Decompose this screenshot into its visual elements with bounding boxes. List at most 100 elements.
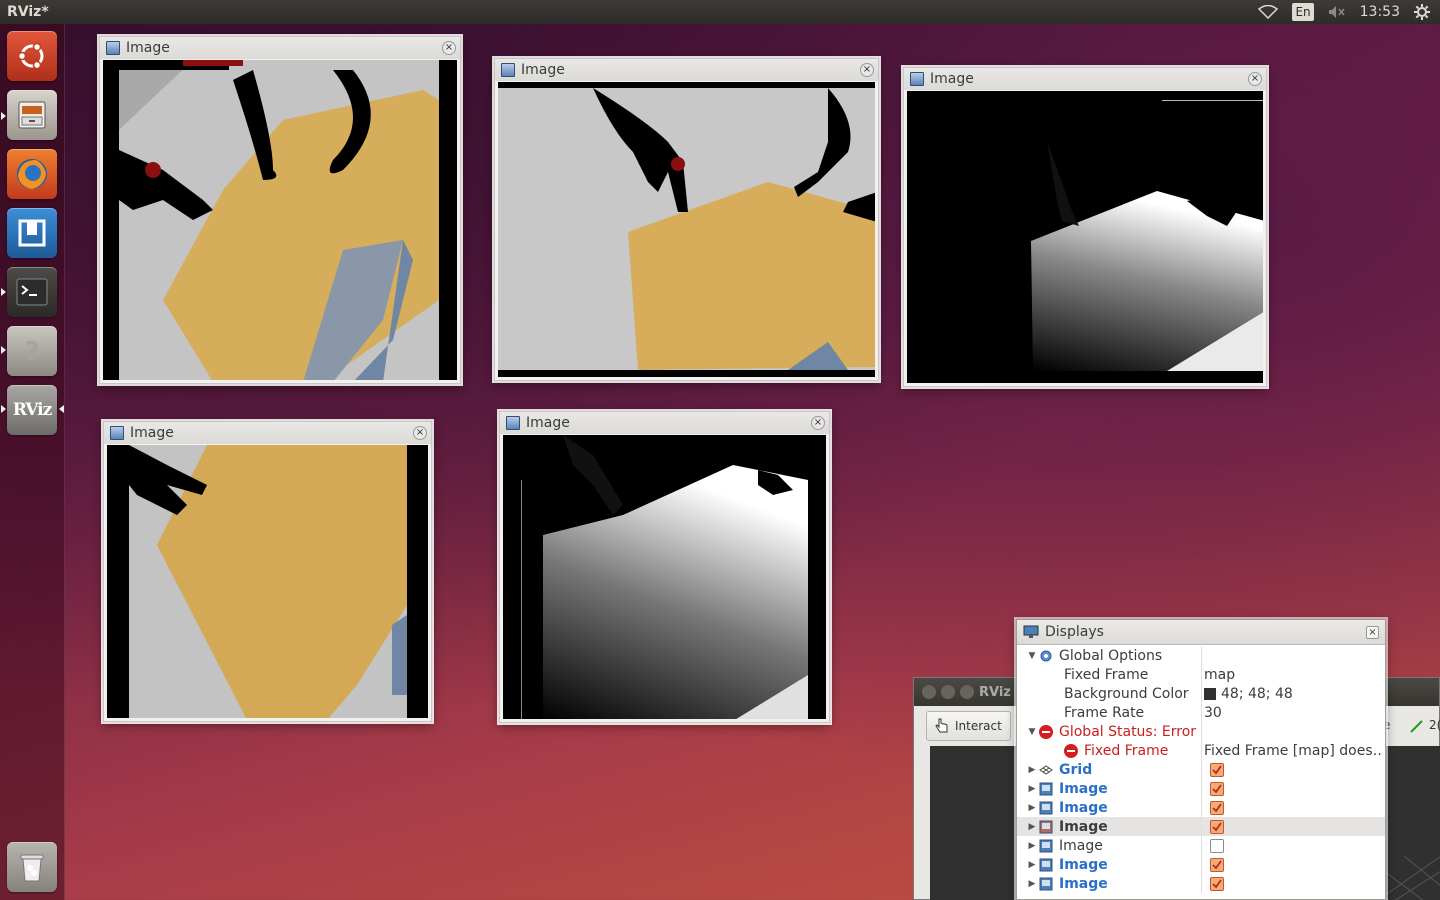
file-cabinet-icon [18, 101, 46, 129]
camera-view-depth [907, 91, 1263, 383]
keyboard-layout-indicator[interactable]: En [1292, 3, 1314, 21]
launcher-firefox[interactable] [7, 149, 57, 199]
launcher-terminal[interactable] [7, 267, 57, 317]
expand-arrow-icon[interactable]: ▶ [1025, 784, 1039, 794]
image-icon [1039, 782, 1053, 795]
displays-panel[interactable]: Displays × ▼ Global Options Fixed Frame … [1016, 619, 1386, 900]
tree-row-image[interactable]: ▶ Image [1017, 874, 1385, 893]
image-window[interactable]: Image × [494, 58, 879, 381]
3d-render-view[interactable] [930, 746, 1030, 900]
image-window-title: Image [130, 425, 174, 441]
image-icon [106, 41, 120, 55]
property-value[interactable]: 30 [1204, 705, 1222, 721]
gear-icon[interactable] [1414, 4, 1430, 20]
close-button[interactable]: × [413, 426, 427, 440]
expand-arrow-icon[interactable]: ▶ [1025, 765, 1039, 775]
enabled-checkbox[interactable] [1210, 857, 1224, 872]
minimize-window-button[interactable] [941, 685, 955, 699]
image-window[interactable]: Image × [103, 421, 432, 722]
displays-panel-title: Displays [1045, 624, 1104, 640]
expand-arrow-icon[interactable]: ▶ [1025, 803, 1039, 813]
displays-panel-header[interactable]: Displays × [1017, 620, 1385, 645]
tree-label: Fixed Frame [1084, 742, 1169, 759]
enabled-checkbox[interactable] [1210, 876, 1224, 891]
close-button[interactable]: × [811, 416, 825, 430]
image-window-titlebar[interactable]: Image [495, 59, 878, 81]
tree-row-global-options[interactable]: ▼ Global Options [1017, 646, 1385, 665]
enabled-checkbox[interactable] [1210, 838, 1224, 853]
image-icon [1039, 877, 1053, 890]
launcher-app[interactable] [7, 208, 57, 258]
launcher-trash[interactable] [7, 842, 57, 892]
enabled-checkbox[interactable] [1210, 819, 1224, 834]
tree-row-global-status[interactable]: ▼ Global Status: Error [1017, 722, 1385, 741]
property-value[interactable]: 48; 48; 48 [1221, 686, 1293, 702]
image-window-titlebar[interactable]: Image [100, 37, 460, 59]
error-icon [1064, 743, 1078, 758]
enabled-checkbox[interactable] [1210, 762, 1224, 777]
image-window[interactable]: Image × [499, 411, 830, 723]
wifi-icon[interactable] [1258, 5, 1279, 19]
image-window[interactable]: Image × [903, 67, 1267, 387]
measure-tool-icon[interactable] [1410, 718, 1426, 737]
color-swatch[interactable] [1204, 687, 1216, 700]
expand-arrow-icon[interactable]: ▶ [1025, 841, 1039, 851]
enabled-checkbox[interactable] [1210, 781, 1224, 796]
image-window[interactable]: Image × [99, 36, 461, 384]
3d-render-view-grid[interactable] [1383, 746, 1440, 900]
status-message: Fixed Frame [map] does… [1204, 742, 1381, 759]
svg-text:?: ? [24, 337, 39, 366]
image-display-rows: ▶ Image ▶ Image ▶ Image ▶ Image ▶ Image ▶ Image [1017, 779, 1385, 893]
grid-icon [1039, 764, 1053, 775]
tree-row-status-fixed-frame[interactable]: Fixed Frame Fixed Frame [map] does… [1017, 741, 1385, 760]
clock[interactable]: 13:53 [1360, 4, 1400, 20]
close-button[interactable]: × [442, 41, 456, 55]
collapse-arrow-icon[interactable]: ▼ [1025, 651, 1039, 661]
property-label: Fixed Frame [1064, 666, 1149, 683]
tree-row-fixed-frame[interactable]: Fixed Frame map [1017, 665, 1385, 684]
gear-icon [1040, 650, 1052, 661]
launcher-rviz[interactable]: RViz [7, 385, 57, 435]
launcher-files[interactable] [7, 90, 57, 140]
collapse-arrow-icon[interactable]: ▼ [1025, 727, 1039, 737]
camera-view-rgb [103, 60, 457, 380]
running-indicator [1, 405, 6, 413]
image-window-titlebar[interactable]: Image [104, 422, 431, 444]
enabled-checkbox[interactable] [1210, 800, 1224, 815]
close-button[interactable]: × [860, 63, 874, 77]
close-window-button[interactable] [922, 685, 936, 699]
property-value[interactable]: map [1204, 667, 1235, 683]
volume-muted-icon[interactable] [1328, 5, 1346, 19]
close-button[interactable]: × [1366, 626, 1379, 639]
tree-row-image[interactable]: ▶ Image [1017, 855, 1385, 874]
running-indicator [1, 288, 6, 296]
ubuntu-dash-button[interactable] [7, 31, 57, 81]
tree-row-frame-rate[interactable]: Frame Rate 30 [1017, 703, 1385, 722]
expand-arrow-icon[interactable]: ▶ [1025, 879, 1039, 889]
firefox-icon [17, 159, 47, 189]
maximize-window-button[interactable] [960, 685, 974, 699]
app-frame-icon [18, 219, 46, 247]
image-icon [910, 72, 924, 86]
tree-label: Image [1059, 780, 1108, 797]
error-icon [1039, 724, 1053, 739]
image-window-titlebar[interactable]: Image [500, 412, 829, 434]
close-button[interactable]: × [1248, 72, 1262, 86]
rviz-window-title: RViz [979, 684, 1011, 700]
tree-row-grid[interactable]: ▶ Grid [1017, 760, 1385, 779]
launcher-help[interactable]: ? [7, 326, 57, 376]
interact-tool-button[interactable]: Interact [926, 711, 1011, 741]
expand-arrow-icon[interactable]: ▶ [1025, 860, 1039, 870]
tree-row-image[interactable]: ▶ Image [1017, 817, 1385, 836]
rviz-icon: RViz [12, 400, 53, 420]
tree-row-image[interactable]: ▶ Image [1017, 836, 1385, 855]
ubuntu-logo-icon [17, 42, 44, 70]
image-window-titlebar[interactable]: Image [904, 68, 1266, 90]
camera-view-rgb-lowres [107, 445, 428, 718]
unity-launcher: ? RViz [0, 24, 65, 900]
expand-arrow-icon[interactable]: ▶ [1025, 822, 1039, 832]
tree-row-image[interactable]: ▶ Image [1017, 798, 1385, 817]
tree-row-image[interactable]: ▶ Image [1017, 779, 1385, 798]
tree-row-background-color[interactable]: Background Color 48; 48; 48 [1017, 684, 1385, 703]
image-window-title: Image [126, 40, 170, 56]
